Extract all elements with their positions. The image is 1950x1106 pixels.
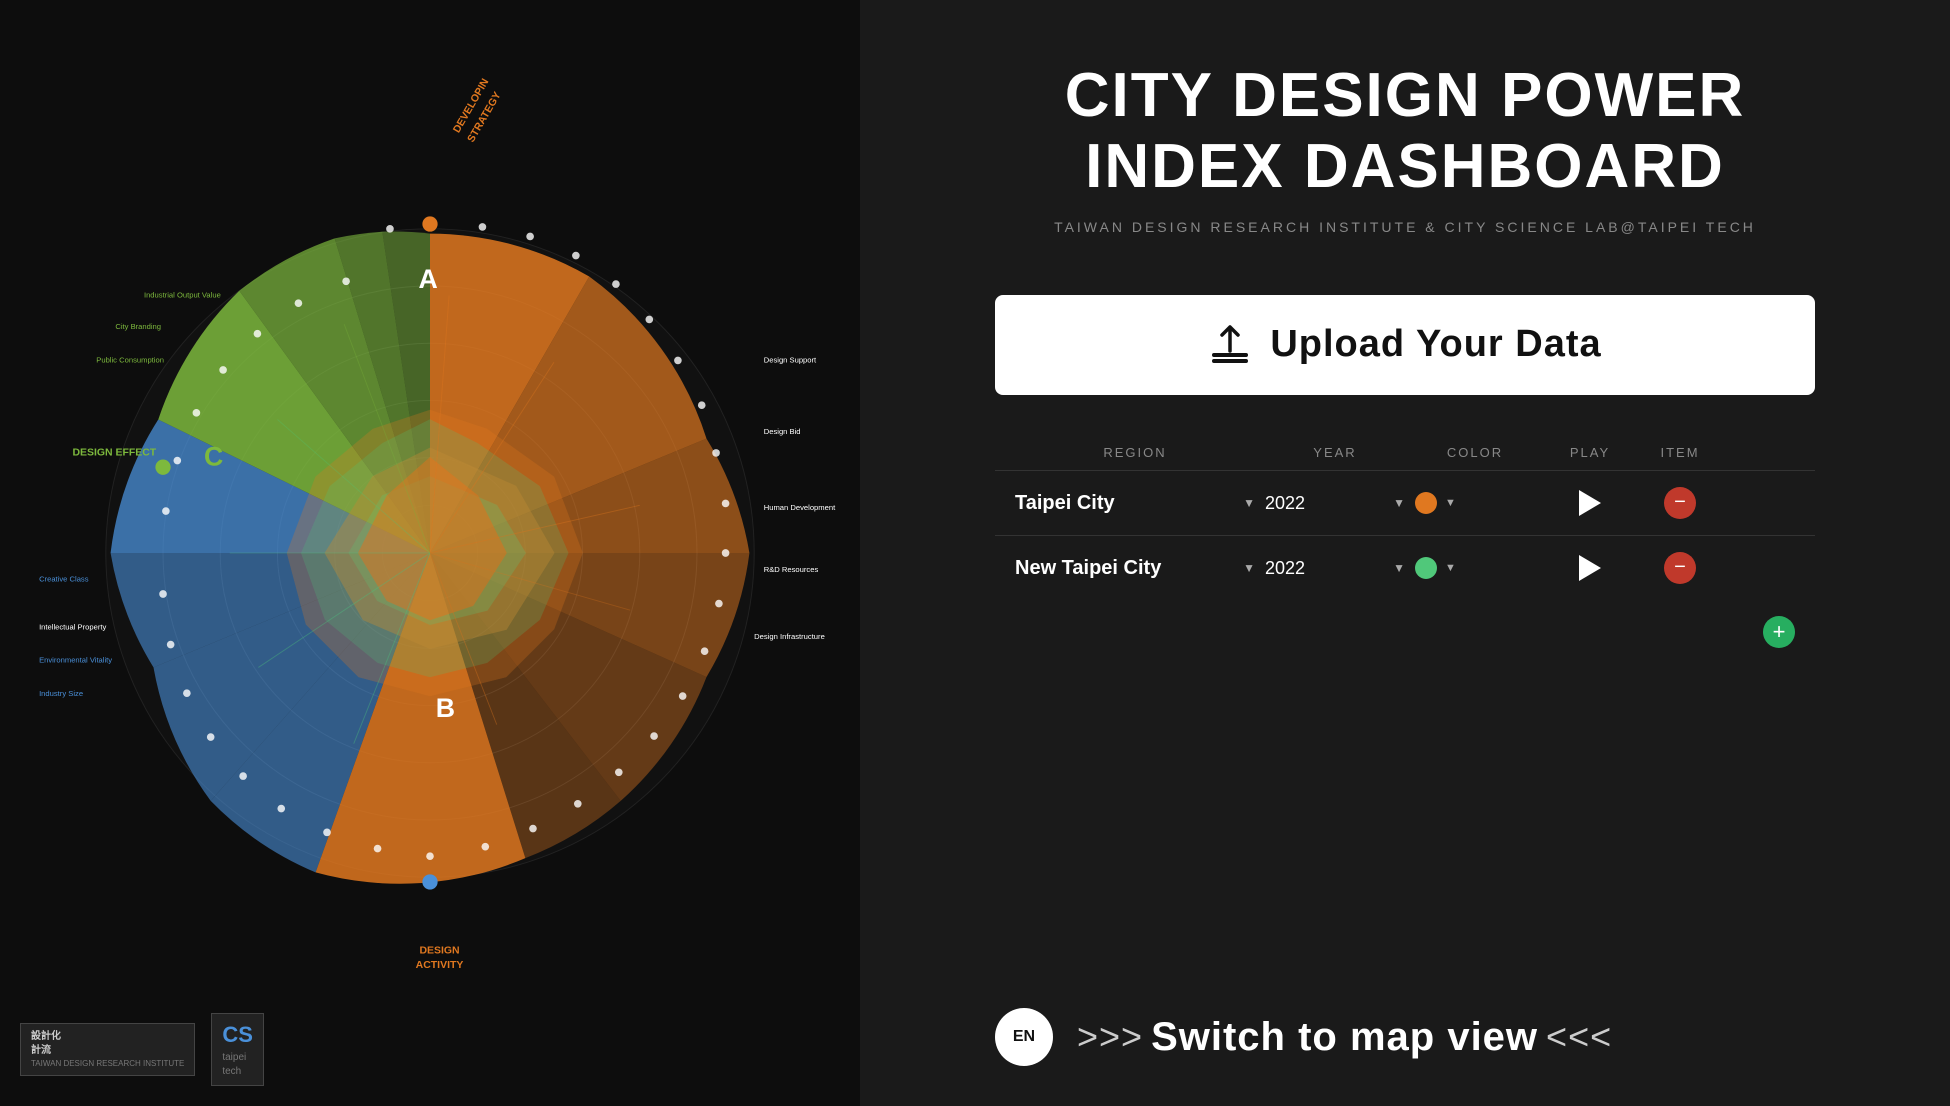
add-row-section: + bbox=[995, 600, 1815, 664]
header-region: REGION bbox=[1015, 445, 1255, 460]
table-row: Taipei City New Taipei City Taoyuan City… bbox=[995, 470, 1815, 535]
svg-text:ACTIVITY: ACTIVITY bbox=[416, 960, 464, 971]
region-2-wrapper[interactable]: New Taipei City Taipei City Taoyuan City… bbox=[1015, 557, 1255, 579]
header-play: PLAY bbox=[1545, 445, 1635, 460]
color-dot-1 bbox=[1415, 492, 1437, 514]
tdri-text: 設計化計流 bbox=[31, 1030, 184, 1058]
year-1-select[interactable]: 2022 2021 2020 2019 bbox=[1265, 493, 1405, 513]
logos-section: 設計化計流 TAIWAN DESIGN RESEARCH INSTITUTE C… bbox=[20, 1013, 264, 1086]
main-title: CITY DESIGN POWER INDEX DASHBOARD bbox=[1054, 60, 1756, 203]
svg-text:DESIGN: DESIGN bbox=[419, 945, 459, 956]
language-button[interactable]: EN bbox=[995, 1008, 1053, 1066]
table-header: REGION YEAR COLOR PLAY ITEM bbox=[995, 435, 1815, 470]
upload-icon bbox=[1208, 323, 1252, 367]
year-1-wrapper[interactable]: 2022 2021 2020 2019 ▼ bbox=[1265, 493, 1405, 513]
table-row: New Taipei City Taipei City Taoyuan City… bbox=[995, 535, 1815, 600]
header-color: COLOR bbox=[1415, 445, 1535, 460]
add-icon: + bbox=[1773, 619, 1786, 645]
remove-icon-2: − bbox=[1674, 556, 1686, 579]
svg-text:Design Infrastructure: Design Infrastructure bbox=[754, 632, 825, 641]
bottom-section: EN >>> Switch to map view <<< bbox=[995, 1008, 1815, 1066]
color-2-wrapper[interactable]: ▼ bbox=[1415, 557, 1535, 579]
upload-button[interactable]: Upload Your Data bbox=[995, 295, 1815, 395]
region-1-select[interactable]: Taipei City New Taipei City Taoyuan City… bbox=[1015, 492, 1255, 514]
radar-container: A B C DEVELOPIN STRATEGY DESIGN ACTIVITY… bbox=[20, 53, 840, 1053]
svg-text:Intellectual Property: Intellectual Property bbox=[39, 622, 106, 631]
color-dot-2 bbox=[1415, 557, 1437, 579]
svg-text:Public Consumption: Public Consumption bbox=[96, 355, 164, 364]
play-button-2[interactable] bbox=[1579, 555, 1601, 581]
play-icon-2 bbox=[1579, 555, 1601, 581]
play-icon-1 bbox=[1579, 490, 1601, 516]
upload-label: Upload Your Data bbox=[1270, 323, 1601, 366]
color-2-arrow: ▼ bbox=[1445, 562, 1456, 574]
tdri-subtext: TAIWAN DESIGN RESEARCH INSTITUTE bbox=[31, 1058, 184, 1069]
svg-text:B: B bbox=[436, 693, 455, 723]
map-switch-label: Switch to map view bbox=[1151, 1015, 1538, 1060]
map-switch-button[interactable]: >>> Switch to map view <<< bbox=[1077, 1015, 1612, 1060]
arrows-right: <<< bbox=[1546, 1016, 1612, 1058]
svg-text:C: C bbox=[204, 441, 223, 471]
right-panel: CITY DESIGN POWER INDEX DASHBOARD TAIWAN… bbox=[860, 0, 1950, 1106]
taipei-tech-icon: CS bbox=[222, 1020, 253, 1051]
svg-text:Human Development: Human Development bbox=[764, 503, 836, 512]
arrows-left: >>> bbox=[1077, 1016, 1143, 1058]
year-2-wrapper[interactable]: 2022 2021 2020 2019 ▼ bbox=[1265, 558, 1405, 578]
tdri-logo: 設計化計流 TAIWAN DESIGN RESEARCH INSTITUTE bbox=[20, 1023, 195, 1076]
svg-text:Design Support: Design Support bbox=[764, 355, 817, 364]
remove-button-2[interactable]: − bbox=[1664, 552, 1696, 584]
remove-icon-1: − bbox=[1674, 491, 1686, 514]
header-year: YEAR bbox=[1265, 445, 1405, 460]
taipei-tech-text: taipeitech bbox=[222, 1051, 253, 1079]
left-panel: A B C DEVELOPIN STRATEGY DESIGN ACTIVITY… bbox=[0, 0, 860, 1106]
svg-text:Design Bid: Design Bid bbox=[764, 427, 801, 436]
add-button[interactable]: + bbox=[1763, 616, 1795, 648]
header-item: ITEM bbox=[1645, 445, 1715, 460]
title-section: CITY DESIGN POWER INDEX DASHBOARD TAIWAN… bbox=[1054, 60, 1756, 235]
remove-button-1[interactable]: − bbox=[1664, 487, 1696, 519]
svg-text:Industry Size: Industry Size bbox=[39, 689, 83, 698]
svg-text:A: A bbox=[419, 264, 438, 294]
svg-text:Industrial Output Value: Industrial Output Value bbox=[144, 290, 221, 299]
region-1-wrapper[interactable]: Taipei City New Taipei City Taoyuan City… bbox=[1015, 492, 1255, 514]
svg-text:Environmental Vitality: Environmental Vitality bbox=[39, 656, 112, 665]
svg-text:Creative Class: Creative Class bbox=[39, 575, 89, 584]
color-1-wrapper[interactable]: ▼ bbox=[1415, 492, 1535, 514]
radar-chart: A B C DEVELOPIN STRATEGY DESIGN ACTIVITY… bbox=[20, 53, 840, 1053]
year-2-select[interactable]: 2022 2021 2020 2019 bbox=[1265, 558, 1405, 578]
color-1-arrow: ▼ bbox=[1445, 497, 1456, 509]
svg-text:R&D Resources: R&D Resources bbox=[764, 565, 819, 574]
data-table: REGION YEAR COLOR PLAY ITEM Taipei City … bbox=[995, 435, 1815, 664]
svg-text:DESIGN EFFECT: DESIGN EFFECT bbox=[72, 448, 156, 459]
subtitle: TAIWAN DESIGN RESEARCH INSTITUTE & CITY … bbox=[1054, 219, 1756, 235]
language-label: EN bbox=[1013, 1028, 1035, 1046]
play-button-1[interactable] bbox=[1579, 490, 1601, 516]
region-2-select[interactable]: New Taipei City Taipei City Taoyuan City… bbox=[1015, 557, 1255, 579]
svg-text:City Branding: City Branding bbox=[115, 322, 161, 331]
taipei-tech-logo: CS taipeitech bbox=[211, 1013, 264, 1086]
